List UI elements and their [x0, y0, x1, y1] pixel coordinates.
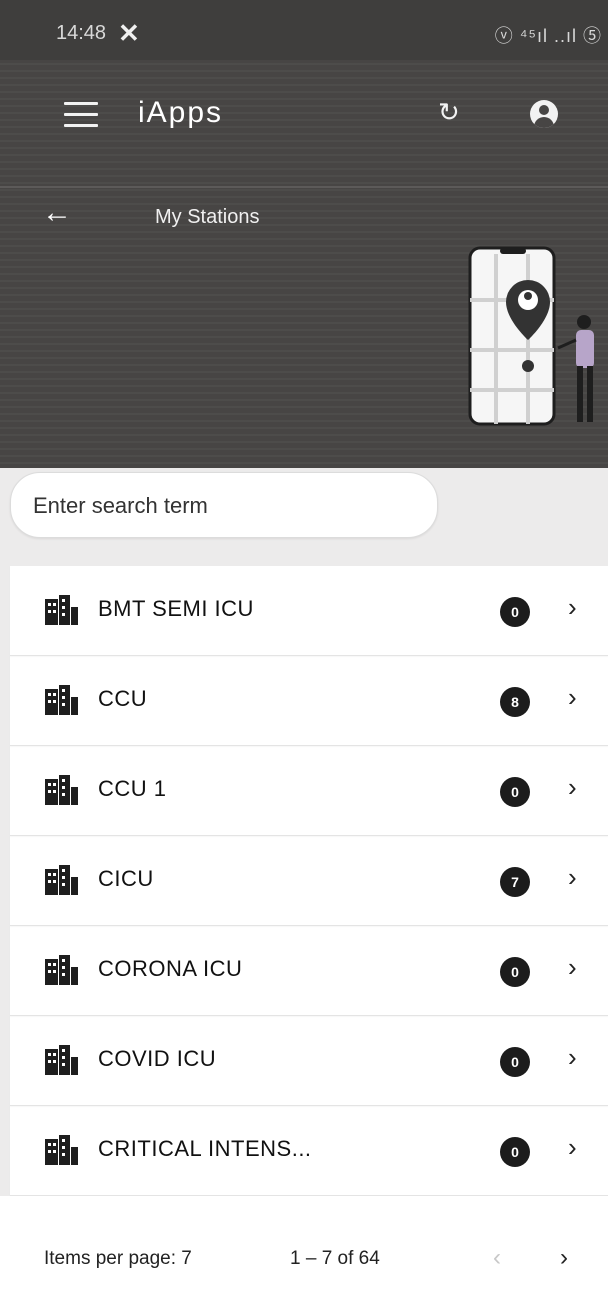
building-icon — [45, 1045, 78, 1075]
station-row[interactable]: COVID ICU 0 › — [10, 1016, 608, 1106]
items-per-page[interactable]: Items per page: 7 — [44, 1248, 192, 1270]
count-badge: 0 — [500, 1047, 530, 1077]
chevron-right-icon[interactable]: › — [568, 1042, 577, 1073]
page-range: 1 – 7 of 64 — [290, 1248, 380, 1269]
arrow-left-icon[interactable]: ← — [42, 196, 72, 230]
search-input[interactable] — [31, 473, 425, 539]
chevron-right-icon[interactable]: › — [568, 592, 577, 623]
page-title: My Stations — [155, 206, 260, 228]
menu-icon[interactable] — [64, 102, 98, 128]
app-title: iApps — [138, 96, 224, 129]
station-name: CCU — [98, 686, 148, 711]
station-row[interactable]: CICU 7 › — [10, 836, 608, 926]
count-badge: 8 — [500, 687, 530, 717]
stations-list: BMT SEMI ICU 0 › CCU 8 › CCU 1 0 › CICU … — [10, 566, 608, 1196]
chevron-right-icon[interactable]: › — [568, 952, 577, 983]
station-name: CRITICAL INTENS... — [98, 1136, 312, 1161]
account-icon[interactable] — [530, 100, 558, 128]
building-icon — [45, 865, 78, 895]
station-name: CICU — [98, 866, 154, 891]
station-row[interactable]: CCU 8 › — [10, 656, 608, 746]
status-bar: 14:48 ✕ ⓥ ⁴⁵ıl ..ıl ⑤ — [0, 0, 608, 60]
chevron-right-icon[interactable]: › — [568, 772, 577, 803]
count-badge: 0 — [500, 957, 530, 987]
paginator: Items per page: 7 1 – 7 of 64 ‹ › — [0, 1196, 608, 1289]
count-badge: 0 — [500, 1137, 530, 1167]
station-row[interactable]: CCU 1 0 › — [10, 746, 608, 836]
building-icon — [45, 955, 78, 985]
status-time: 14:48 — [56, 22, 107, 44]
header-banner: 14:48 ✕ ⓥ ⁴⁵ıl ..ıl ⑤ iApps ↻ ← My Stati… — [0, 0, 608, 468]
station-name: COVID ICU — [98, 1046, 217, 1071]
location-illustration-icon — [468, 246, 594, 426]
building-icon — [45, 685, 78, 715]
building-icon — [45, 775, 78, 805]
chevron-left-icon[interactable]: ‹ — [493, 1244, 501, 1272]
chevron-right-icon[interactable]: › — [568, 862, 577, 893]
chevron-right-icon[interactable]: › — [560, 1244, 568, 1272]
chevron-right-icon[interactable]: › — [568, 1132, 577, 1163]
count-badge: 0 — [500, 597, 530, 627]
x-icon: ✕ — [118, 18, 140, 48]
station-row[interactable]: CRITICAL INTENS... 0 › — [10, 1106, 608, 1196]
station-row[interactable]: CORONA ICU 0 › — [10, 926, 608, 1016]
chevron-right-icon[interactable]: › — [568, 682, 577, 713]
station-name: BMT SEMI ICU — [98, 596, 254, 621]
station-name: CCU 1 — [98, 776, 167, 801]
building-icon — [45, 595, 78, 625]
refresh-icon[interactable]: ↻ — [438, 97, 460, 128]
station-name: CORONA ICU — [98, 956, 243, 981]
header-divider — [0, 186, 608, 188]
status-icons: ⓥ ⁴⁵ıl ..ıl ⑤ — [494, 26, 602, 46]
building-icon — [45, 1135, 78, 1165]
count-badge: 7 — [500, 867, 530, 897]
station-row[interactable]: BMT SEMI ICU 0 › — [10, 566, 608, 656]
search-box[interactable] — [10, 472, 438, 539]
count-badge: 0 — [500, 777, 530, 807]
